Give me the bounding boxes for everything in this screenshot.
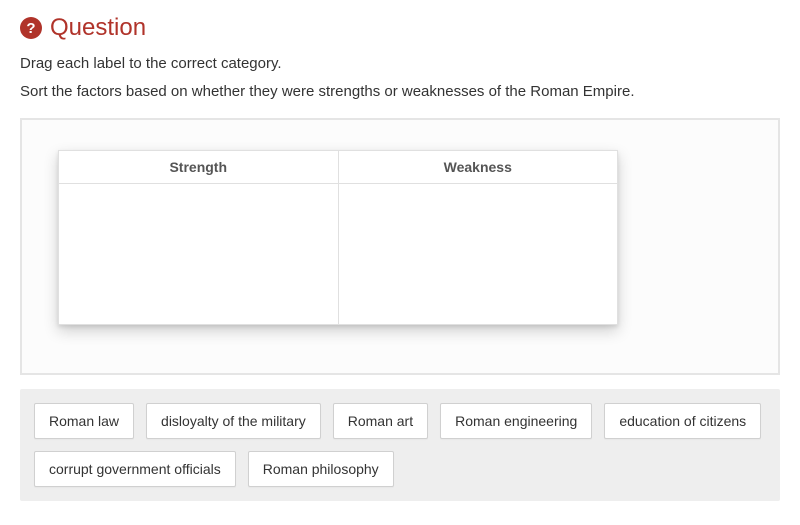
drop-zone-weakness[interactable] — [339, 184, 618, 324]
column-header-strength: Strength — [59, 151, 339, 183]
draggable-label[interactable]: disloyalty of the military — [146, 403, 321, 439]
drop-area-container: Strength Weakness — [20, 118, 780, 375]
question-header: ? Question — [20, 14, 780, 42]
draggable-label[interactable]: Roman art — [333, 403, 428, 439]
instruction-text: Drag each label to the correct category. — [20, 52, 780, 76]
draggable-label[interactable]: education of citizens — [604, 403, 761, 439]
table-body — [59, 184, 617, 324]
question-mark-icon: ? — [20, 17, 42, 39]
prompt-text: Sort the factors based on whether they w… — [20, 80, 780, 104]
draggable-label[interactable]: corrupt government officials — [34, 451, 236, 487]
draggable-label[interactable]: Roman law — [34, 403, 134, 439]
table-header-row: Strength Weakness — [59, 151, 617, 184]
draggable-label[interactable]: Roman engineering — [440, 403, 592, 439]
category-table: Strength Weakness — [58, 150, 618, 325]
label-bank: Roman law disloyalty of the military Rom… — [20, 389, 780, 501]
icon-glyph: ? — [26, 20, 35, 37]
question-title: Question — [50, 14, 146, 42]
draggable-label[interactable]: Roman philosophy — [248, 451, 394, 487]
drop-zone-strength[interactable] — [59, 184, 339, 324]
column-header-weakness: Weakness — [339, 151, 618, 183]
